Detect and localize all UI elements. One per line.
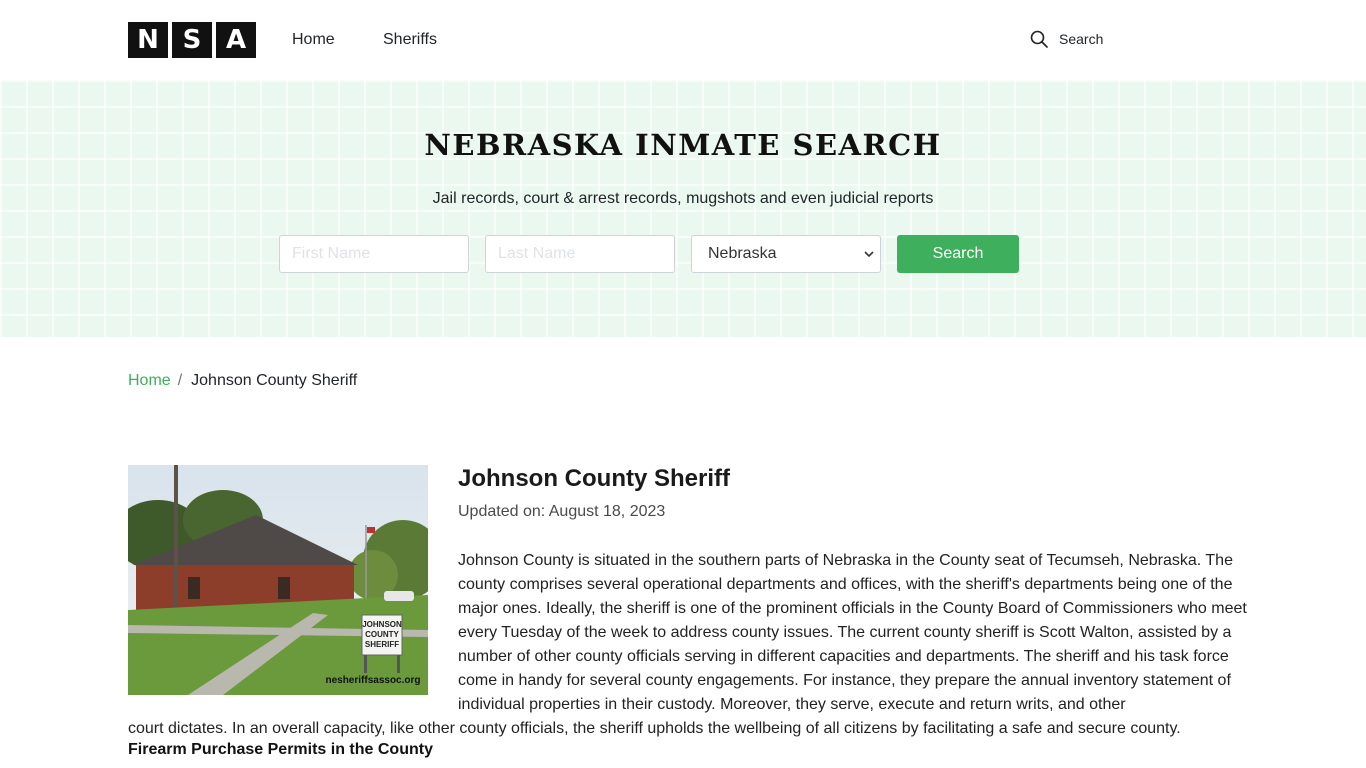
breadcrumb: Home / Johnson County Sheriff [128,372,357,390]
logo-letter-s: S [172,22,212,58]
breadcrumb-separator: / [177,372,183,389]
nav-home-link[interactable]: Home [292,31,335,49]
svg-text:SHERIFF: SHERIFF [365,640,399,649]
hero-search-banner: NEBRASKA INMATE SEARCH Jail records, cou… [0,80,1366,337]
site-header: N S A Home Sheriffs Search [0,0,1366,80]
header-search-link[interactable]: Search [1030,30,1103,48]
svg-text:JOHNSON: JOHNSON [362,620,402,629]
updated-date: Updated on: August 18, 2023 [458,503,666,520]
page-heading: NEBRASKA INMATE SEARCH [424,128,942,162]
nav-sheriffs-link[interactable]: Sheriffs [383,31,437,49]
first-name-input[interactable] [279,235,469,273]
breadcrumb-current: Johnson County Sheriff [191,372,358,389]
logo-letter-a: A [216,22,256,58]
state-select-value: Nebraska [708,245,777,262]
hero-subtitle: Jail records, court & arrest records, mu… [432,190,934,207]
article-paragraph-continued: court dictates. In an overall capacity, … [128,720,1181,737]
state-select[interactable]: Nebraska [691,235,881,273]
header-search-label: Search [1059,31,1104,47]
chevron-down-icon [864,251,874,258]
article-paragraph: Johnson County is situated in the southe… [458,552,1247,713]
sheriff-office-photo: JOHNSON COUNTY SHERIFF nesheriffsassoc.o… [128,465,428,695]
section-heading-firearm-permits: Firearm Purchase Permits in the County [128,741,433,758]
svg-text:nesheriffsassoc.org: nesheriffsassoc.org [325,675,420,686]
logo-letter-n: N [128,22,168,58]
last-name-input[interactable] [485,235,675,273]
site-logo[interactable]: N S A [128,22,256,58]
svg-text:COUNTY: COUNTY [365,630,399,639]
breadcrumb-home-link[interactable]: Home [128,372,171,390]
article-title: Johnson County Sheriff [458,465,730,492]
search-button[interactable]: Search [897,235,1019,273]
search-icon [1030,30,1048,48]
